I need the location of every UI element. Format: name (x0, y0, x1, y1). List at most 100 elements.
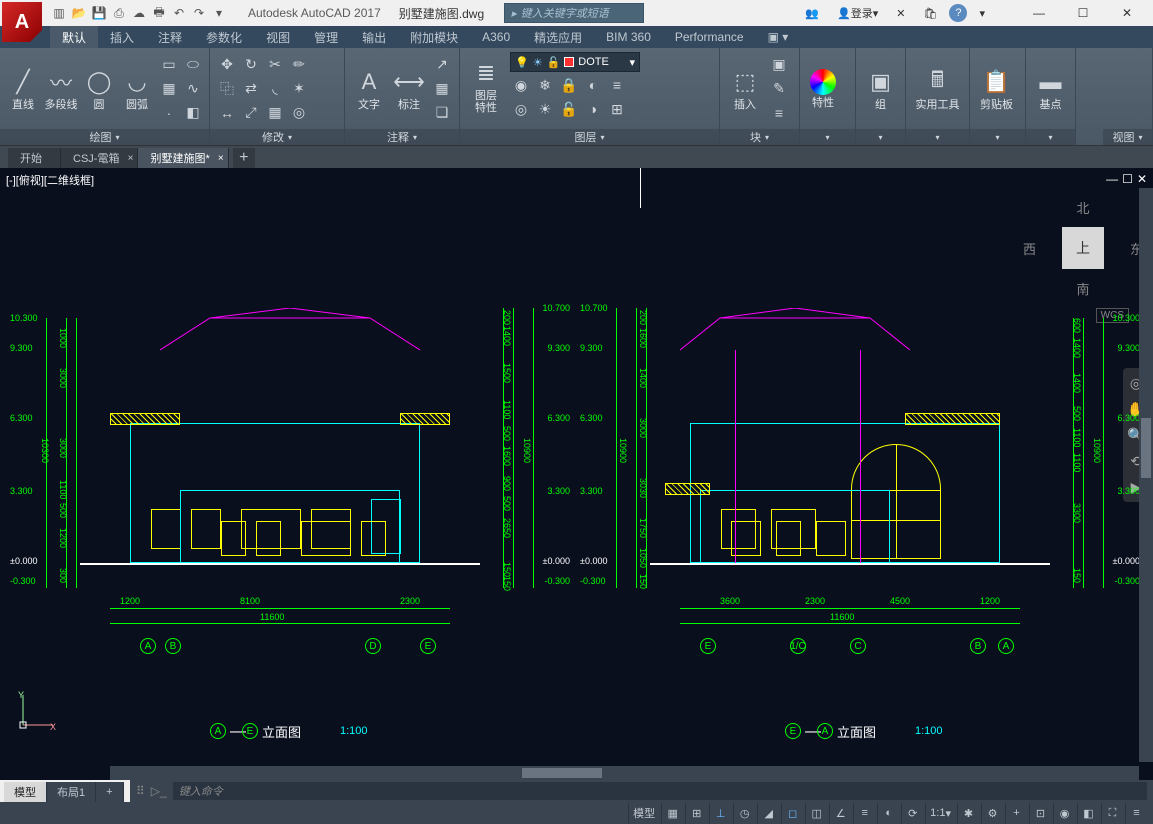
move-icon[interactable]: ✥ (216, 54, 238, 76)
ribbon-tab-insert[interactable]: 插入 (98, 26, 146, 48)
status-osnap-icon[interactable]: ◻ (781, 803, 803, 823)
status-transparency-icon[interactable]: ◐ (877, 803, 899, 823)
utilities-button[interactable]: 🖩实用工具 (912, 65, 963, 113)
spline-icon[interactable]: ∿ (182, 78, 204, 100)
status-annotation-icon[interactable]: ✱ (957, 803, 979, 823)
file-tab-start[interactable]: 开始 (8, 148, 61, 168)
qat-cloud-icon[interactable]: ☁ (130, 4, 148, 22)
ucs-icon[interactable]: Y X (18, 690, 58, 730)
block-attr-icon[interactable]: ≡ (768, 102, 790, 124)
status-grid-icon[interactable]: ▦ (661, 803, 683, 823)
erase-icon[interactable]: ✏ (288, 54, 310, 76)
status-ortho-icon[interactable]: ⊥ (709, 803, 731, 823)
layer-match-icon[interactable]: ≡ (606, 74, 628, 96)
layout-tab-add[interactable]: + (96, 782, 123, 802)
file-tab-villa[interactable]: 别墅建施图*× (138, 148, 228, 168)
layer-uniso-icon[interactable]: ◑ (582, 98, 604, 120)
insert-block-button[interactable]: ⬚插入 (726, 65, 764, 113)
layer-thaw-icon[interactable]: ☀ (534, 98, 556, 120)
mtext-icon[interactable]: ❏ (431, 102, 453, 124)
line-button[interactable]: ╱直线 (6, 65, 40, 113)
command-input[interactable]: 键入命令 (173, 782, 1147, 800)
ribbon-tab-output[interactable]: 输出 (350, 26, 398, 48)
status-monitor-icon[interactable]: + (1005, 803, 1027, 823)
command-line[interactable]: ⠿ ▷_ 键入命令 (130, 780, 1153, 802)
minimize-button[interactable]: — (1017, 0, 1061, 26)
status-3dosnap-icon[interactable]: ◫ (805, 803, 827, 823)
layout-tab-model[interactable]: 模型 (4, 782, 47, 802)
ribbon-tab-annotate[interactable]: 注释 (146, 26, 194, 48)
status-units-icon[interactable]: ⊡ (1029, 803, 1051, 823)
maximize-button[interactable]: ☐ (1061, 0, 1105, 26)
ribbon-tab-parametric[interactable]: 参数化 (194, 26, 254, 48)
help-icon[interactable]: ? (949, 4, 967, 22)
copy-icon[interactable]: ⿻ (216, 78, 238, 100)
group-button[interactable]: ▣组 (862, 65, 899, 113)
ribbon-tab-default[interactable]: 默认 (50, 26, 98, 48)
help-dropdown-icon[interactable]: ▾ (973, 2, 991, 24)
polyline-button[interactable]: 〰多段线 (44, 65, 78, 113)
cmdline-grip-icon[interactable]: ⠿ (136, 784, 145, 798)
status-snap-icon[interactable]: ⊞ (685, 803, 707, 823)
block-edit-icon[interactable]: ✎ (768, 78, 790, 100)
drawing-viewport[interactable]: [-][俯视][二维线框] — ☐ ✕ 北 南 西 东 上 WCS ◎ ✋ 🔍 … (0, 168, 1153, 780)
layer-state-icon[interactable]: ⊞ (606, 98, 628, 120)
properties-button[interactable]: 特性 (806, 67, 840, 111)
rotate-icon[interactable]: ↻ (240, 54, 262, 76)
array-icon[interactable]: ▦ (264, 102, 286, 124)
layer-dropdown[interactable]: 💡☀🔓 DOTE ▾ (510, 52, 640, 72)
qat-saveas-icon[interactable]: ⎙ (110, 4, 128, 22)
status-customize-icon[interactable]: ≡ (1125, 803, 1147, 823)
qat-new-icon[interactable]: ▥ (50, 4, 68, 22)
mirror-icon[interactable]: ⇄ (240, 78, 262, 100)
viewcube[interactable]: 北 南 西 东 上 (1033, 198, 1133, 298)
scale-icon[interactable]: ⤢ (240, 102, 262, 124)
signin-button[interactable]: 👤 登录 ▾ (831, 2, 884, 24)
layer-unlock-icon[interactable]: 🔓 (558, 98, 580, 120)
status-cleanscreen-icon[interactable]: ⛶ (1101, 803, 1123, 823)
infocenter-button[interactable]: 👥 (799, 2, 825, 24)
viewcube-west[interactable]: 西 (1023, 239, 1036, 258)
qat-redo-icon[interactable]: ↷ (190, 4, 208, 22)
status-isodraft-icon[interactable]: ◢ (757, 803, 779, 823)
offset-icon[interactable]: ◎ (288, 102, 310, 124)
status-hardware-icon[interactable]: ◉ (1053, 803, 1075, 823)
layer-lock-icon[interactable]: 🔒 (558, 74, 580, 96)
status-isolate-icon[interactable]: ◧ (1077, 803, 1099, 823)
viewport-max-icon[interactable]: ☐ (1122, 172, 1133, 186)
viewcube-north[interactable]: 北 (1076, 198, 1089, 217)
basepoint-button[interactable]: ▬基点 (1032, 65, 1069, 113)
qat-dropdown-icon[interactable]: ▾ (210, 4, 228, 22)
layout-tab-layout1[interactable]: 布局1 (47, 782, 96, 802)
layer-iso-icon[interactable]: ◐ (582, 74, 604, 96)
status-annoscale-button[interactable]: 1:1 ▾ (925, 803, 955, 823)
leader-icon[interactable]: ↗ (431, 54, 453, 76)
viewcube-south[interactable]: 南 (1076, 279, 1089, 298)
layer-props-button[interactable]: ≣图层 特性 (466, 56, 506, 116)
ribbon-tab-bim360[interactable]: BIM 360 (594, 26, 663, 48)
ribbon-tab-featured[interactable]: 精选应用 (522, 26, 594, 48)
vertical-scrollbar[interactable] (1139, 188, 1153, 762)
layer-freeze-icon[interactable]: ❄ (534, 74, 556, 96)
search-input[interactable]: ▸键入关键字或短语 (504, 3, 644, 23)
trim-icon[interactable]: ✂ (264, 54, 286, 76)
table-icon[interactable]: ▦ (431, 78, 453, 100)
qat-print-icon[interactable]: 🖶 (150, 4, 168, 22)
viewport-label[interactable]: [-][俯视][二维线框] (6, 172, 94, 188)
qat-undo-icon[interactable]: ↶ (170, 4, 188, 22)
ribbon-tab-a360[interactable]: A360 (470, 26, 522, 48)
status-otrack-icon[interactable]: ∠ (829, 803, 851, 823)
block-create-icon[interactable]: ▣ (768, 54, 790, 76)
status-workspace-icon[interactable]: ⚙ (981, 803, 1003, 823)
file-tab-csj[interactable]: CSJ-電箱× (61, 148, 138, 168)
ribbon-tab-view[interactable]: 视图 (254, 26, 302, 48)
close-icon[interactable]: × (218, 153, 224, 164)
close-button[interactable]: ✕ (1105, 0, 1149, 26)
viewport-min-icon[interactable]: — (1106, 172, 1118, 186)
exchange-icon[interactable]: ✕ (890, 2, 911, 24)
app-store-icon[interactable]: 🛍 (918, 2, 944, 24)
ribbon-tab-extra-icon[interactable]: ▣ ▾ (756, 26, 801, 48)
close-icon[interactable]: × (128, 153, 134, 164)
hatch-icon[interactable]: ▦ (158, 78, 180, 100)
point-icon[interactable]: · (158, 102, 180, 124)
